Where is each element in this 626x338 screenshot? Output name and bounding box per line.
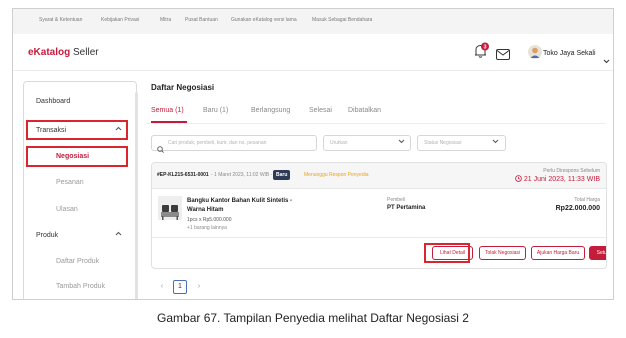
logo[interactable]: eKatalog Seller <box>28 47 99 58</box>
order-date: - 1 Maret 2023, 11:02 WIB - <box>211 172 273 178</box>
main-header: eKatalog Seller 3 Toko Jaya Sekali <box>13 34 613 71</box>
sidebar: Dashboard Transaksi Negosiasi Pesanan Ul… <box>23 81 138 299</box>
product-image[interactable] <box>158 196 182 220</box>
link-privacy[interactable]: Kebijakan Privasi <box>101 17 139 23</box>
link-old-version[interactable]: Gunakan eKatalog versi lama <box>231 17 297 23</box>
product-qty-price: 1pcs x Rp5.000.000 <box>187 217 232 223</box>
product-name[interactable]: Bangku Kantor Bahan Kulit Sintetis - War… <box>187 197 292 215</box>
sidebar-item-ulasan[interactable]: Ulasan <box>56 206 78 213</box>
bell-icon[interactable]: 3 <box>472 42 490 60</box>
negotiation-card[interactable]: #EP-KL215-6531-0001 - 1 Maret 2023, 11:0… <box>151 162 607 269</box>
sidebar-item-produk[interactable]: Produk <box>36 232 58 239</box>
top-links-bar: Syarat & Ketentuan Kebijakan Privasi Mit… <box>13 9 613 34</box>
approve-negotiation-button[interactable]: Setujui Negosiasi <box>589 246 606 260</box>
logo-seller: Seller <box>73 47 99 58</box>
tab-dibatalkan[interactable]: Dibatalkan <box>348 107 381 114</box>
sidebar-item-pesanan[interactable]: Pesanan <box>56 179 84 186</box>
respond-deadline-text: 21 Juni 2023, 11:33 WIB <box>523 176 600 183</box>
sidebar-item-tambah-produk[interactable]: Tambah Produk <box>56 283 105 290</box>
tab-semua[interactable]: Semua (1) <box>151 107 184 114</box>
chevron-up-icon[interactable] <box>115 231 122 238</box>
sidebar-scrollbar[interactable] <box>135 92 138 299</box>
chevron-down-icon <box>398 139 405 146</box>
reject-negotiation-button[interactable]: Tolak Negosiasi <box>479 246 526 260</box>
buyer-name: PT Pertamina <box>387 205 426 211</box>
status-placeholder: Status Negosiasi <box>424 140 462 146</box>
link-partner[interactable]: Mitra <box>160 17 171 23</box>
buyer-label: Pembeli <box>387 197 406 203</box>
link-terms[interactable]: Syarat & Ketentuan <box>39 17 82 23</box>
app-window: Syarat & Ketentuan Kebijakan Privasi Mit… <box>12 8 614 300</box>
negotiation-status: Menunggu Respon Penyedia <box>304 172 369 178</box>
mail-icon[interactable] <box>496 47 510 60</box>
link-help-center[interactable]: Pusat Bantuan <box>185 17 218 23</box>
card-header: #EP-KL215-6531-0001 - 1 Maret 2023, 11:0… <box>152 163 606 189</box>
tab-baru[interactable]: Baru (1) <box>203 107 228 114</box>
search-placeholder: Cari produk, pembeli, kurir, dan no. pes… <box>168 140 267 146</box>
pagination-next[interactable]: › <box>192 280 206 294</box>
chevron-down-icon <box>492 139 499 146</box>
highlight-view-detail <box>424 243 470 263</box>
card-divider <box>152 237 606 238</box>
store-name[interactable]: Toko Jaya Sekali <box>543 50 596 57</box>
pagination-page-1[interactable]: 1 <box>173 280 187 294</box>
search-icon <box>157 140 164 153</box>
sidebar-item-daftar-produk[interactable]: Daftar Produk <box>56 258 99 265</box>
respond-before-label: Perlu Direspons Sebelum <box>543 168 600 174</box>
more-items: +1 barang lainnya <box>187 225 227 231</box>
propose-new-price-button[interactable]: Ajukan Harga Baru <box>531 246 585 260</box>
sort-dropdown[interactable]: Urutkan <box>323 135 411 151</box>
sidebar-item-dashboard[interactable]: Dashboard <box>36 98 70 105</box>
order-id: #EP-KL215-6531-0001 <box>157 172 209 178</box>
page-title: Daftar Negosiasi <box>151 83 215 92</box>
figure-caption: Gambar 67. Tampilan Penyedia melihat Daf… <box>157 311 469 325</box>
tab-selesai[interactable]: Selesai <box>309 107 332 114</box>
search-input[interactable]: Cari produk, pembeli, kurir, dan no. pes… <box>151 135 317 153</box>
product-name-line2: Warna Hitam <box>187 207 224 213</box>
total-price-value: Rp22.000.000 <box>555 205 600 212</box>
notification-count: 3 <box>483 44 486 50</box>
highlight-transaksi <box>26 120 128 140</box>
pagination-prev[interactable]: ‹ <box>155 280 169 294</box>
status-dropdown[interactable]: Status Negosiasi <box>417 135 506 151</box>
respond-deadline: 21 Juni 2023, 11:33 WIB <box>515 175 600 183</box>
link-treasurer-login[interactable]: Masuk Sebagai Bendahara <box>312 17 372 23</box>
tab-berlangsung[interactable]: Berlangsung <box>251 107 290 114</box>
tabs-divider <box>146 123 606 124</box>
highlight-negosiasi <box>26 146 128 167</box>
main-content: Daftar Negosiasi Semua (1) Baru (1) Berl… <box>146 83 607 299</box>
avatar[interactable] <box>528 45 542 59</box>
product-name-line1: Bangku Kantor Bahan Kulit Sintetis - <box>187 198 293 204</box>
chevron-down-icon[interactable] <box>603 51 610 64</box>
logo-brand: eKatalog <box>28 47 71 58</box>
sort-placeholder: Urutkan <box>330 140 348 146</box>
total-price-label: Total Harga <box>574 197 600 203</box>
status-badge: Baru <box>273 170 291 180</box>
clock-icon <box>515 175 522 182</box>
